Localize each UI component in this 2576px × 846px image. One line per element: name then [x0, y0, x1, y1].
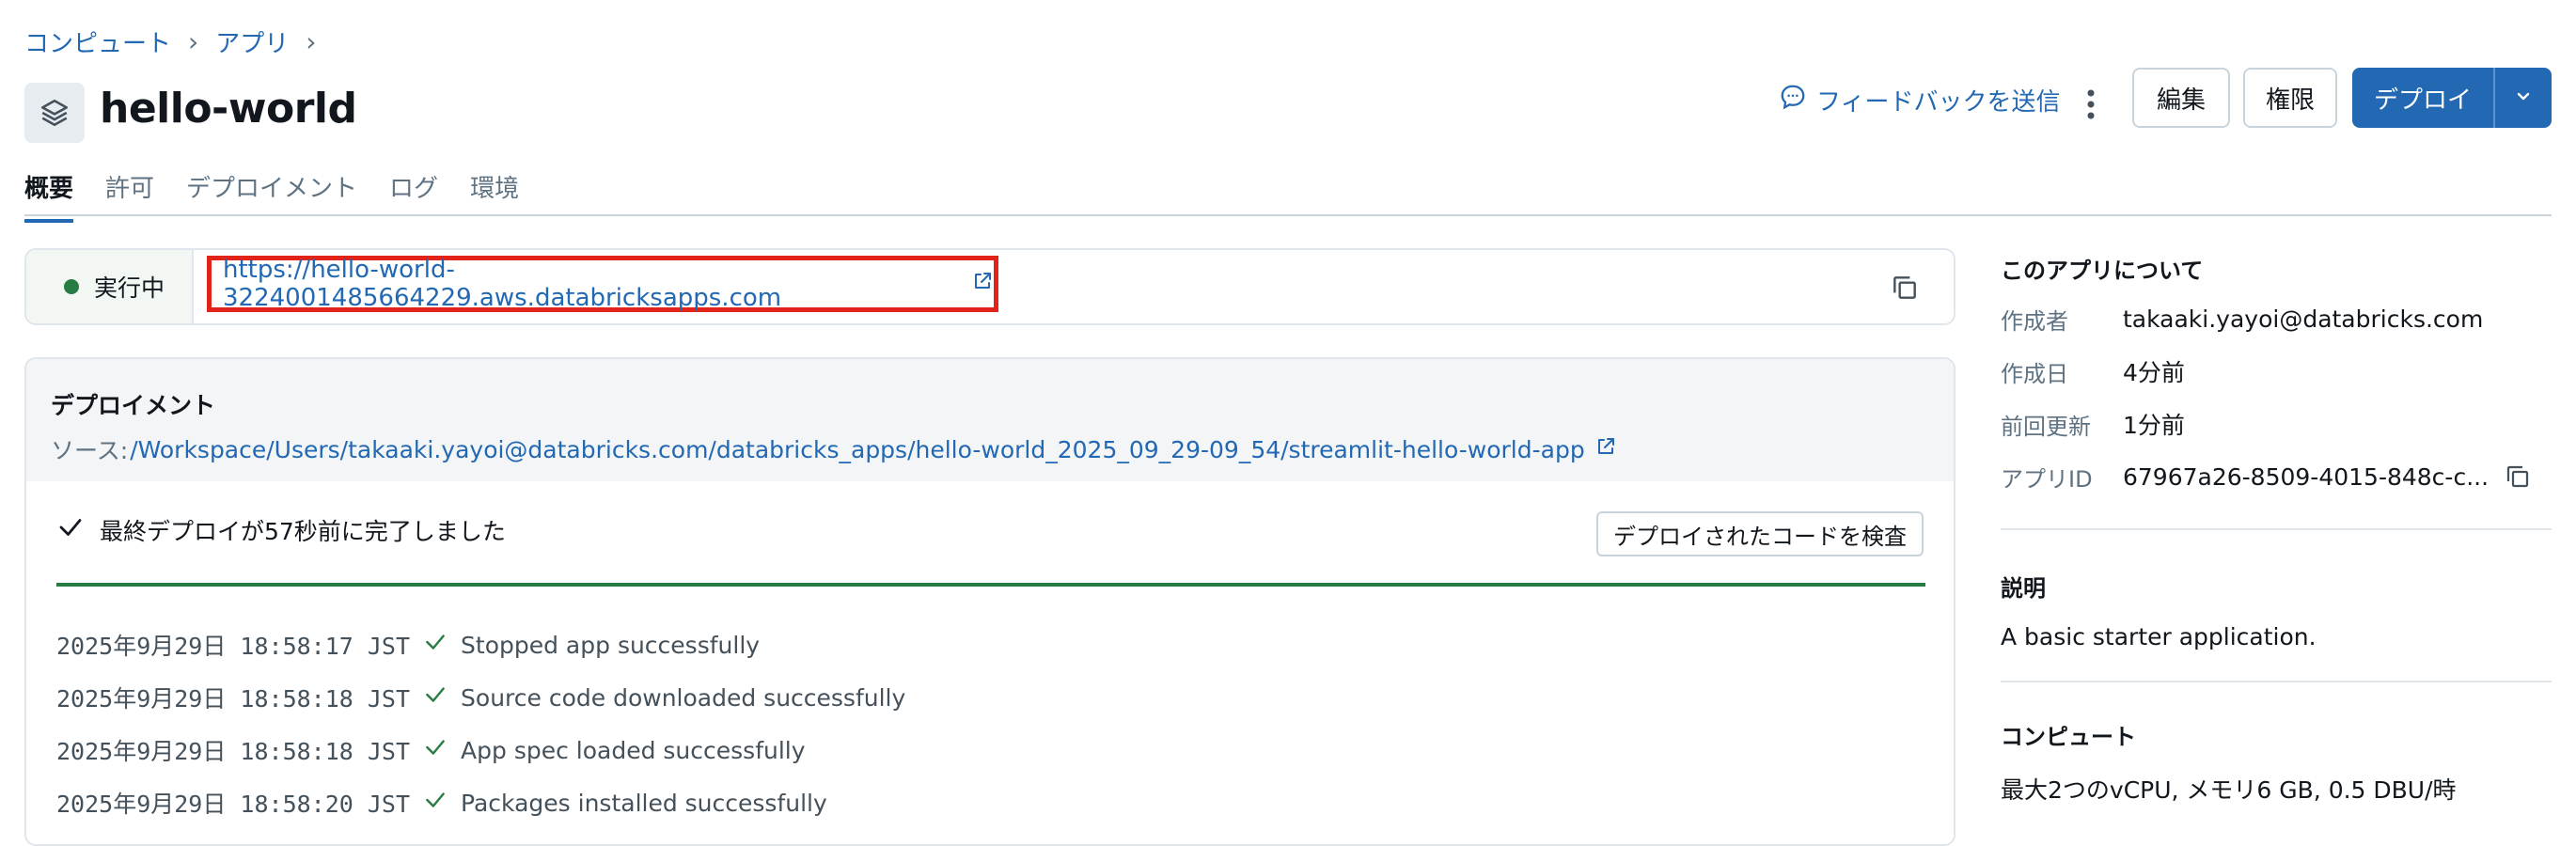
deployment-heading: デプロイメント	[51, 392, 216, 419]
check-icon	[423, 735, 448, 765]
log-row: 2025年9月29日 18:58:17 JST Stopped app succ…	[56, 619, 905, 671]
tab-logs[interactable]: ログ	[389, 169, 438, 221]
description-text: A basic starter application.	[2001, 623, 2317, 650]
copy-icon[interactable]	[2504, 462, 2532, 491]
log-message: Source code downloaded successfully	[461, 683, 906, 712]
log-message: Packages installed successfully	[461, 789, 827, 817]
deploy-split-button: デプロイ	[2352, 68, 2552, 128]
updated-label: 前回更新	[2001, 413, 2091, 440]
deploy-dropdown-button[interactable]	[2495, 68, 2552, 128]
about-heading: このアプリについて	[2001, 258, 2204, 284]
breadcrumb: コンピュート › アプリ ›	[24, 24, 316, 59]
log-row: 2025年9月29日 18:58:20 JST Packages install…	[56, 776, 905, 829]
breadcrumb-separator: ›	[188, 26, 199, 57]
about-row-app-id: アプリID 67967a26-8509-4015-848c-c...	[2001, 450, 2555, 503]
sidebar-divider	[2001, 681, 2552, 682]
inspect-code-button[interactable]: デプロイされたコードを検査	[1596, 511, 1924, 556]
copy-icon[interactable]	[1890, 273, 1920, 306]
deploy-button[interactable]: デプロイ	[2352, 68, 2495, 128]
compute-text: 最大2つのvCPU, メモリ6 GB, 0.5 DBU/時	[2001, 776, 2457, 804]
creator-label: 作成者	[2001, 307, 2068, 335]
external-link-icon[interactable]	[1594, 435, 1617, 463]
app-layers-icon	[24, 83, 85, 143]
updated-value: 1分前	[2123, 412, 2185, 439]
tab-environment[interactable]: 環境	[470, 169, 519, 221]
breadcrumb-apps-link[interactable]: アプリ	[215, 24, 289, 59]
status-indicator: 実行中	[26, 250, 194, 323]
external-link-icon[interactable]	[971, 270, 994, 299]
permissions-button[interactable]: 権限	[2243, 68, 2337, 128]
source-path-link[interactable]: /Workspace/Users/takaaki.yayoi@databrick…	[130, 436, 1585, 463]
deployment-status-text: 最終デプロイが57秒前に完了しました	[100, 518, 506, 545]
send-feedback-link[interactable]: フィードバックを送信	[1779, 83, 2060, 118]
app-id-label: アプリID	[2001, 465, 2093, 493]
log-row: 2025年9月29日 18:58:18 JST App spec loaded …	[56, 724, 905, 776]
source-prefix: ソース:	[51, 437, 129, 464]
deployment-progress-bar	[56, 583, 1925, 587]
status-label: 実行中	[94, 274, 165, 302]
log-row: 2025年9月29日 18:58:18 JST Source code down…	[56, 671, 905, 724]
app-url-highlight: https://hello-world-3224001485664229.aws…	[207, 256, 998, 312]
log-message: App spec loaded successfully	[461, 736, 806, 764]
check-icon	[423, 788, 448, 818]
running-status-dot	[64, 279, 79, 294]
deployment-log-list: 2025年9月29日 18:58:17 JST Stopped app succ…	[56, 619, 905, 829]
breadcrumb-compute-link[interactable]: コンピュート	[24, 24, 171, 59]
compute-heading: コンピュート	[2001, 724, 2136, 750]
app-id-value: 67967a26-8509-4015-848c-c...	[2123, 462, 2490, 491]
log-message: Stopped app successfully	[461, 631, 761, 659]
log-timestamp: 2025年9月29日 18:58:18 JST	[56, 685, 411, 713]
deployment-status: 最終デプロイが57秒前に完了しました	[56, 513, 506, 547]
tab-deployments[interactable]: デプロイメント	[186, 169, 357, 221]
tab-overview[interactable]: 概要	[24, 169, 74, 223]
description-section: 説明 A basic starter application.	[2001, 570, 2555, 650]
about-row-created: 作成日 4分前	[2001, 345, 2555, 398]
about-row-creator: 作成者 takaaki.yayoi@databricks.com	[2001, 292, 2555, 345]
edit-button[interactable]: 編集	[2132, 68, 2230, 128]
created-value: 4分前	[2123, 359, 2185, 386]
app-url-link[interactable]: https://hello-world-3224001485664229.aws…	[223, 256, 964, 312]
send-feedback-label: フィードバックを送信	[1816, 88, 2061, 117]
tab-permissions[interactable]: 許可	[105, 169, 154, 221]
more-options-icon[interactable]	[2074, 81, 2108, 128]
page-title: hello-world	[100, 85, 357, 133]
deployment-card: デプロイメント ソース: /Workspace/Users/takaaki.ya…	[24, 357, 1956, 846]
check-icon	[423, 630, 448, 660]
log-timestamp: 2025年9月29日 18:58:20 JST	[56, 791, 411, 818]
log-timestamp: 2025年9月29日 18:58:18 JST	[56, 738, 411, 765]
app-url-card: 実行中 https://hello-world-3224001485664229…	[24, 248, 1956, 325]
tab-divider	[24, 214, 2552, 216]
chevron-down-icon	[2514, 84, 2533, 112]
log-timestamp: 2025年9月29日 18:58:17 JST	[56, 633, 411, 660]
compute-section: コンピュート 最大2つのvCPU, メモリ6 GB, 0.5 DBU/時	[2001, 718, 2555, 806]
deployment-source: ソース: /Workspace/Users/takaaki.yayoi@data…	[51, 432, 1954, 466]
sidebar-divider	[2001, 528, 2552, 530]
breadcrumb-separator: ›	[306, 26, 317, 57]
description-heading: 説明	[2001, 575, 2046, 602]
deployment-progress-fill	[56, 583, 1925, 587]
tab-bar: 概要 許可 デプロイメント ログ 環境	[24, 169, 519, 223]
created-label: 作成日	[2001, 360, 2068, 387]
check-icon	[56, 513, 85, 547]
about-row-updated: 前回更新 1分前	[2001, 398, 2555, 450]
creator-value: takaaki.yayoi@databricks.com	[2123, 305, 2484, 333]
about-app-section: このアプリについて 作成者 takaaki.yayoi@databricks.c…	[2001, 252, 2555, 503]
check-icon	[423, 682, 448, 713]
speech-bubble-icon	[1779, 83, 1807, 118]
